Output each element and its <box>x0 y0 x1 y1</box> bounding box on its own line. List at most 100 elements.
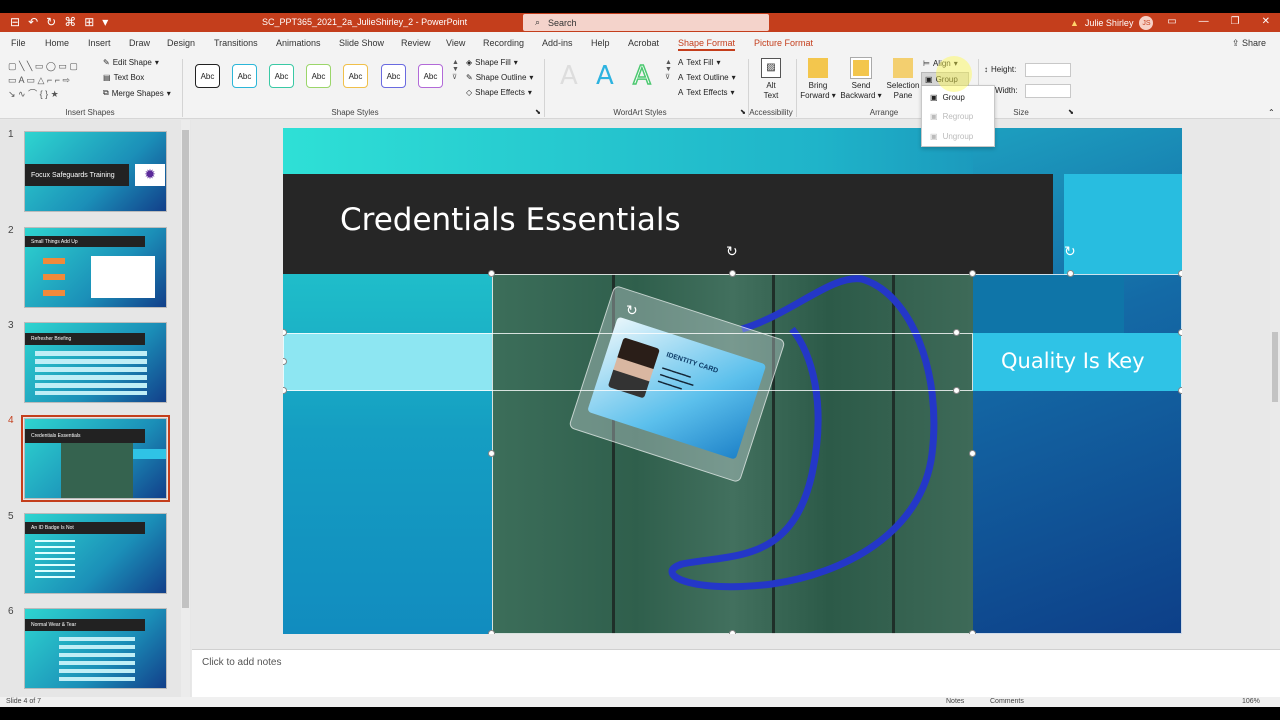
format-painter-icon[interactable]: ⊞ <box>84 15 94 29</box>
style-swatch-3[interactable]: Abc <box>269 64 294 88</box>
resize-handle[interactable] <box>969 450 976 457</box>
zoom-level[interactable]: 106% <box>1242 698 1260 705</box>
notes-toggle[interactable]: Notes <box>946 698 964 705</box>
tab-add-ins[interactable]: Add-ins <box>542 38 573 48</box>
selection-pane-button[interactable]: Selection Pane <box>882 58 924 101</box>
shape-outline-button[interactable]: ✎ Shape Outline ▾ <box>466 73 533 82</box>
collapse-ribbon-icon[interactable]: ⌃ <box>1268 108 1275 117</box>
resize-handle[interactable] <box>488 270 495 277</box>
restore-icon[interactable]: ❐ <box>1231 16 1240 27</box>
tab-picture-format[interactable]: Picture Format <box>754 38 813 48</box>
size-launcher-icon[interactable]: ⬊ <box>1068 108 1074 116</box>
account-area[interactable]: ▲ Julie Shirley JS <box>1070 16 1154 30</box>
slide-thumbnail-3[interactable]: Refresher Briefing <box>24 322 167 403</box>
resize-handle[interactable] <box>969 270 976 277</box>
resize-handle[interactable] <box>729 270 736 277</box>
style-swatch-6[interactable]: Abc <box>381 64 406 88</box>
tab-animations[interactable]: Animations <box>276 38 321 48</box>
resize-handle[interactable] <box>953 387 960 394</box>
text-box-button[interactable]: ▤ Text Box <box>103 73 144 82</box>
share-button[interactable]: ⇪ Share <box>1232 38 1266 49</box>
tab-transitions[interactable]: Transitions <box>214 38 258 48</box>
editor-scrollbar[interactable] <box>1270 120 1280 640</box>
menu-item-group[interactable]: ▣ Group <box>930 93 965 102</box>
slide-thumbnail-2[interactable]: Small Things Add Up <box>24 227 167 308</box>
wordart-more-icon[interactable]: ▲ ▼ ⊽ <box>665 59 672 81</box>
close-icon[interactable]: ✕ <box>1262 16 1270 27</box>
resize-handle[interactable] <box>1178 329 1182 336</box>
resize-handle[interactable] <box>488 630 495 634</box>
tab-design[interactable]: Design <box>167 38 195 48</box>
shape-styles-launcher-icon[interactable]: ⬊ <box>535 108 541 116</box>
scrollbar-thumb[interactable] <box>1272 332 1278 402</box>
autosave-icon[interactable]: ⊟ <box>10 15 20 29</box>
wordart-style-3[interactable]: A <box>632 60 651 92</box>
style-swatch-7[interactable]: Abc <box>418 64 443 88</box>
tab-insert[interactable]: Insert <box>88 38 111 48</box>
tab-view[interactable]: View <box>446 38 465 48</box>
slide-thumbnail-6[interactable]: Normal Wear & Tear <box>24 608 167 689</box>
style-swatch-4[interactable]: Abc <box>306 64 331 88</box>
alt-text-button[interactable]: ▨ Alt Text <box>750 58 792 101</box>
bring-forward-button[interactable]: Bring Forward ▾ <box>797 58 839 101</box>
qat-more-icon[interactable]: ▾ <box>102 15 108 29</box>
tab-recording[interactable]: Recording <box>483 38 524 48</box>
shapes-gallery[interactable]: ▢ ╲ ╲ ▭ ◯ ▭ ▢ ▭ A ▭ △ ⌐ ⌐ ⇨ ↘ ∿ ⌒ { } ★ <box>8 59 98 103</box>
ribbon-display-icon[interactable]: ▭ <box>1167 16 1176 27</box>
slide-thumbnail-5[interactable]: An ID Badge Is Not <box>24 513 167 594</box>
tab-shape-format[interactable]: Shape Format <box>678 38 736 51</box>
slide-thumbnail-1[interactable]: Focux Safeguards Training ✹ <box>24 131 167 212</box>
merge-shapes-button[interactable]: ⧉ Merge Shapes ▾ <box>103 88 171 98</box>
text-box-label: Text Box <box>113 73 145 82</box>
minimize-icon[interactable]: — <box>1199 16 1209 27</box>
thumbnails-scrollbar[interactable] <box>181 120 190 697</box>
edit-shape-button[interactable]: ✎ Edit Shape ▾ <box>103 58 159 67</box>
style-swatch-5[interactable]: Abc <box>343 64 368 88</box>
text-fill-icon: A <box>678 58 684 67</box>
tab-home[interactable]: Home <box>45 38 69 48</box>
tab-slide-show[interactable]: Slide Show <box>339 38 384 48</box>
notes-pane[interactable]: Click to add notes <box>192 649 1280 697</box>
notes-placeholder[interactable]: Click to add notes <box>202 657 282 668</box>
tab-file[interactable]: File <box>11 38 26 48</box>
wordart-style-2[interactable]: A <box>596 61 614 91</box>
rotate-handle-icon[interactable]: ↻ <box>1064 243 1076 260</box>
resize-handle[interactable] <box>969 630 976 634</box>
resize-handle[interactable] <box>488 450 495 457</box>
tab-acrobat[interactable]: Acrobat <box>628 38 659 48</box>
tab-help[interactable]: Help <box>591 38 610 48</box>
wordart-style-1[interactable]: A <box>560 61 578 91</box>
redo-icon[interactable]: ↻ <box>46 15 56 29</box>
slide-canvas[interactable]: Credentials Essentials Quality Is Key ID… <box>283 128 1182 634</box>
style-swatch-2[interactable]: Abc <box>232 64 257 88</box>
search-box[interactable]: ⌕ Search <box>523 14 769 31</box>
undo-icon[interactable]: ↶ <box>28 15 38 29</box>
resize-handle[interactable] <box>283 387 287 394</box>
comments-toggle[interactable]: Comments <box>990 698 1024 705</box>
slide-title[interactable]: Credentials Essentials <box>340 202 681 238</box>
rotate-handle-icon[interactable]: ↻ <box>726 243 738 260</box>
cyan-block-shape[interactable] <box>1064 174 1182 274</box>
resize-handle[interactable] <box>953 329 960 336</box>
resize-handle[interactable] <box>1178 387 1182 394</box>
resize-handle[interactable] <box>1178 270 1182 277</box>
resize-handle[interactable] <box>729 630 736 634</box>
rotate-handle-icon[interactable]: ↻ <box>626 302 638 319</box>
text-effects-button[interactable]: A Text Effects ▾ <box>678 88 735 97</box>
resize-handle[interactable] <box>1067 270 1074 277</box>
tab-draw[interactable]: Draw <box>129 38 150 48</box>
scrollbar-thumb[interactable] <box>182 130 189 608</box>
customize-icon[interactable]: ⌘ <box>64 15 76 29</box>
shape-effects-button[interactable]: ◇ Shape Effects ▾ <box>466 88 532 97</box>
avatar[interactable]: JS <box>1139 16 1154 30</box>
send-backward-button[interactable]: Send Backward ▾ <box>840 57 882 101</box>
style-swatch-1[interactable]: Abc <box>195 64 220 88</box>
shape-fill-button[interactable]: ◈ Shape Fill ▾ <box>466 58 518 67</box>
text-outline-button[interactable]: A Text Outline ▾ <box>678 73 736 82</box>
styles-more-icon[interactable]: ▲ ▼ ⊽ <box>452 59 459 81</box>
height-field[interactable] <box>1025 63 1071 77</box>
slide-thumbnail-4[interactable]: Credentials Essentials <box>21 415 170 502</box>
tab-review[interactable]: Review <box>401 38 431 48</box>
width-field[interactable] <box>1025 84 1071 98</box>
text-fill-button[interactable]: A Text Fill ▾ <box>678 58 720 67</box>
